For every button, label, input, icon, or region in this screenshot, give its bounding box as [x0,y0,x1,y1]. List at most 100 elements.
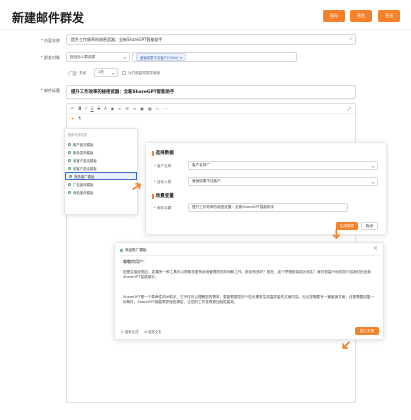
save-button[interactable]: 保存 [323,10,345,22]
highlight-icon[interactable]: ◆ [111,106,114,111]
time-value: 1天 [98,70,104,74]
template-label: 新品发布模板 [73,150,94,155]
template-label: 商品宣传模板 [73,190,94,195]
section-select-data: 选择数据 [152,150,174,156]
panel-title: 商品推广模板 [125,248,147,252]
section-title: 选择数据 [155,151,174,156]
bold-icon[interactable]: B [78,106,81,111]
underline-icon[interactable]: U [91,106,94,111]
header-divider [0,29,411,30]
recipient-type-select[interactable]: 按目标人群选择 ▾ [66,52,130,62]
schedule-hint: 为打造高效群发程序 [128,71,161,75]
recipient-tag-select[interactable]: 营销成果不佳客户(5000) × [132,52,297,62]
strikethrough-icon[interactable]: S [98,106,101,111]
panel-actions: ↻ 重新生成 ⧉ 复制文本 [121,329,162,334]
list-icon[interactable]: ☰ [125,106,129,111]
copy-link[interactable]: ⧉ 复制文本 [144,329,161,334]
regenerate-label: 重新生成 [124,330,139,334]
cancel-button[interactable]: 取消 [361,222,378,230]
editor-toolbar: ↶ B I U S A ◆ ≡ ☰ ∞ ▣ ▦ ‹› ⋯ ⤢ [67,104,355,114]
chevron-down-icon: ▾ [111,70,114,76]
regenerate-link[interactable]: ↻ 重新生成 [121,329,138,334]
greeting: 尊敬的用户： [123,259,147,264]
format-icon[interactable]: ¶ [78,116,81,121]
mail-subject-label: * 邮件标题 [154,206,172,210]
template-item[interactable]: 老客户激活模板 [65,156,137,164]
content-name-input[interactable]: 提升工作效率的秘密武器：全新ShareGPT智能助手 ⌕ [66,34,356,45]
mail-subject-value: 提升工作效率的秘密武器：全新ShareGPT智能助手 [192,205,275,209]
fullscreen-icon[interactable]: ⤢ [348,106,351,111]
template-label: 老客户激活模板 [73,166,97,171]
subject-input[interactable]: 提升工作效率的秘密武器：全新ShareGPT智能助手 [66,85,356,99]
template-label: 商品推广模板 [74,174,95,179]
align-left-icon[interactable]: ≡ [118,106,121,111]
content-name-label: * 内容名称 [40,38,60,43]
customer-name-value: 客户名称广 [192,163,210,167]
recipient-type-value: 按目标人群选择 [70,54,96,59]
template-label: 客户回访模板 [73,142,94,147]
section-title: 场景变量 [155,194,174,199]
schedule-toggle[interactable] [68,71,77,76]
toggle-text: 关闭 [79,71,87,75]
template-icon [68,166,71,170]
chevron-down-icon: ▾ [123,55,126,60]
undo-icon[interactable]: ↶ [71,106,74,111]
customer-name-select[interactable]: 客户名称广 ▾ [188,161,378,170]
subject-value: 提升工作效率的秘密武器：全新ShareGPT智能助手 [71,90,175,95]
template-icon [68,182,71,186]
template-item[interactable]: 客户回访模板 [65,140,137,148]
target-group-label: * 目标人群 [154,180,172,184]
more-icon[interactable]: ⋯ [163,106,167,111]
template-icon [68,190,71,194]
image-icon[interactable]: ▣ [140,106,144,111]
preview-button[interactable]: 预览 [350,10,372,22]
template-item[interactable]: 商品宣传模板 [65,188,137,196]
template-item-selected[interactable]: 商品推广模板 [65,172,137,180]
insert-button[interactable]: 插入文档 [355,327,379,335]
ai-assistant-icon[interactable]: ✦ [71,116,74,121]
template-icon [68,142,71,146]
template-icon [120,249,123,252]
font-color-icon[interactable]: A [104,106,107,111]
mail-subject-field[interactable]: 提升工作效率的秘密武器：全新ShareGPT智能助手 [188,203,348,212]
target-group-value: 营销成果不佳客户 [192,179,221,183]
recipients-label: * 群发对象 [40,55,60,60]
template-item[interactable]: 老客户激活模板 [65,164,137,172]
content-name-value: 提升工作效率的秘密武器：全新ShareGPT智能助手 [71,36,163,42]
section-bar [152,150,154,156]
editor-toolbar-2: ✦ ¶ [67,114,355,123]
link-icon[interactable]: ∞ [133,106,136,111]
section-scene-vars: 场景变量 [152,193,174,199]
chevron-down-icon: ▾ [371,163,374,169]
chevron-down-icon: ▾ [371,179,374,185]
search-icon[interactable]: ⌕ [349,36,352,42]
subject-label: * 邮件标题 [40,88,60,93]
close-icon[interactable]: × [373,245,378,252]
template-icon [68,158,71,162]
template-dropdown: 推荐可用内容 客户回访模板 新品发布模板 老客户激活模板 老客户激活模板 商品推… [64,128,138,215]
template-item[interactable]: 新品发布模板 [65,148,137,156]
paragraph-1: 您是否曾经想过，如果有一种工具可以帮助您更有效地管理您的时间和工作，那该有多好？… [123,270,371,280]
section-bar [152,193,154,199]
schedule-checkbox[interactable] [122,71,126,75]
code-icon[interactable]: ‹› [156,106,159,111]
template-label: 老客户激活模板 [73,158,97,163]
template-item[interactable]: 广告宣传模板 [65,180,137,188]
recipient-tag[interactable]: 营销成果不佳客户(5000) × [136,53,187,61]
panel-header: 商品推广模板 [120,248,147,253]
copy-label: 复制文本 [147,330,162,334]
page-title: 新建邮件群发 [12,11,85,25]
email-preview-panel: 商品推广模板 × 尊敬的用户： 您是否曾经想过，如果有一种工具可以帮助您更有效地… [114,242,384,340]
italic-icon[interactable]: I [85,106,86,111]
customer-name-label: * 客户名称 [154,164,172,168]
paragraph-2: ShareGPT是一个革命性的AI助手，它不仅可以理解您的需求，更能根据您的个性… [123,295,375,305]
template-label: 广告宣传模板 [73,182,94,187]
dropdown-header: 推荐可用内容 [68,133,88,137]
send-button[interactable]: 发送 [378,10,400,22]
template-icon [68,150,71,154]
config-panel: 选择数据 * 客户名称 客户名称广 ▾ * 目标人群 营销成果不佳客户 ▾ 场景… [145,142,387,235]
panel-divider [119,255,381,256]
target-group-select[interactable]: 营销成果不佳客户 ▾ [188,177,378,186]
time-select[interactable]: 1天 ▾ [94,68,118,77]
table-icon[interactable]: ▦ [148,106,152,111]
